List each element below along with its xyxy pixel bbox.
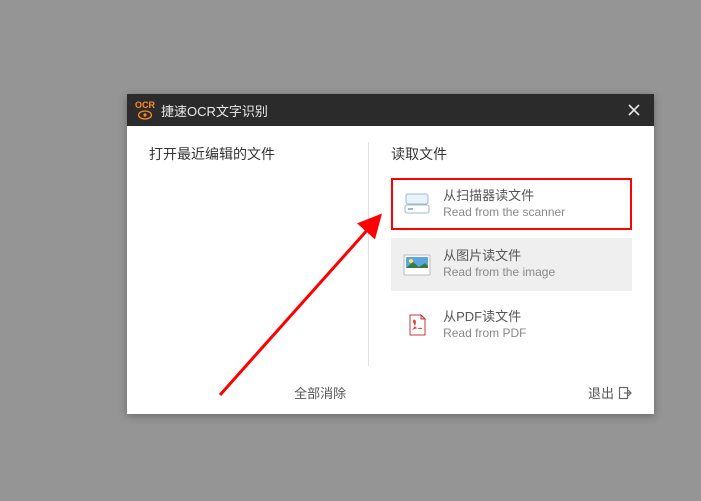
dialog-body: 打开最近编辑的文件 全部消除 读取文件 从扫描器读文件 Read from th…: [127, 126, 654, 414]
option-read-from-pdf[interactable]: 从PDF读文件 Read from PDF: [391, 299, 632, 351]
recent-files-heading: 打开最近编辑的文件: [149, 144, 346, 164]
clear-all-button[interactable]: 全部消除: [294, 383, 346, 402]
logo-text: OCR: [135, 101, 155, 110]
pdf-icon: [403, 313, 431, 337]
option-label-en: Read from the image: [443, 265, 555, 281]
option-read-from-image[interactable]: 从图片读文件 Read from the image: [391, 238, 632, 290]
read-file-panel: 读取文件 从扫描器读文件 Read from the scanner: [369, 126, 654, 414]
option-label-zh: 从扫描器读文件: [443, 188, 565, 205]
recent-files-panel: 打开最近编辑的文件 全部消除: [127, 126, 368, 414]
exit-icon[interactable]: [618, 386, 632, 400]
option-label-en: Read from PDF: [443, 326, 526, 342]
exit-button[interactable]: 退出: [588, 383, 614, 402]
read-file-heading: 读取文件: [391, 144, 632, 164]
scanner-icon: [403, 192, 431, 216]
ocr-start-dialog: OCR 捷速OCR文字识别 打开最近编辑的文件 全部消除 读取文件: [127, 94, 654, 414]
option-label-en: Read from the scanner: [443, 205, 565, 221]
close-icon: [628, 104, 640, 116]
close-button[interactable]: [622, 98, 646, 122]
titlebar: OCR 捷速OCR文字识别: [127, 94, 654, 126]
image-icon: [403, 253, 431, 277]
option-label-zh: 从图片读文件: [443, 248, 555, 265]
option-read-from-scanner[interactable]: 从扫描器读文件 Read from the scanner: [391, 178, 632, 230]
window-title: 捷速OCR文字识别: [161, 101, 268, 120]
app-logo: OCR: [135, 101, 155, 120]
option-label-zh: 从PDF读文件: [443, 309, 526, 326]
eye-icon: [138, 110, 152, 120]
